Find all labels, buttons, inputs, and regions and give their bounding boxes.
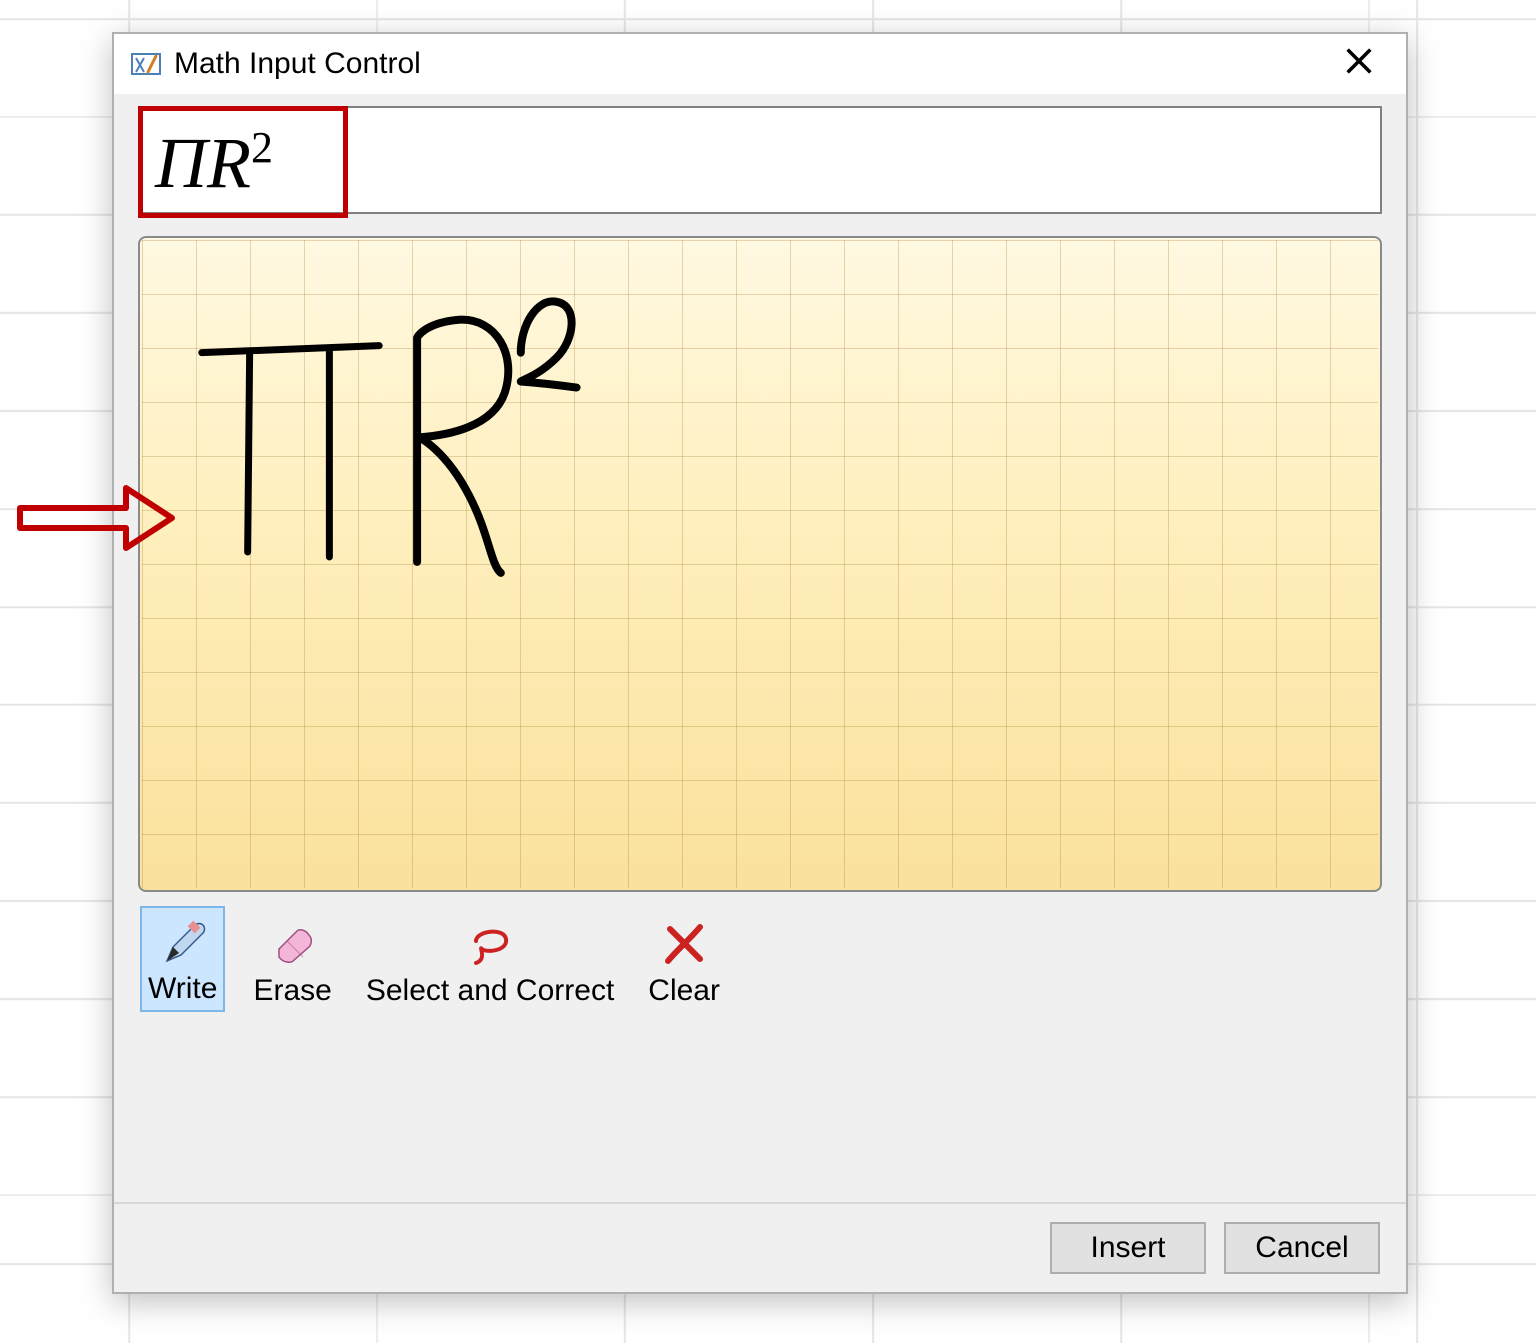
clear-tool[interactable]: Clear bbox=[642, 910, 726, 1012]
preview-highlight-annotation: ΠR2 bbox=[138, 106, 348, 218]
annotation-arrow-icon bbox=[16, 478, 176, 558]
clear-label: Clear bbox=[648, 974, 720, 1008]
eraser-icon bbox=[266, 916, 320, 970]
write-label: Write bbox=[148, 972, 217, 1006]
insert-label: Insert bbox=[1090, 1231, 1165, 1265]
erase-label: Erase bbox=[253, 974, 331, 1008]
formula-base: ΠR bbox=[155, 123, 251, 203]
recognized-formula: ΠR2 bbox=[155, 126, 273, 199]
dialog-content: ΠR2 bbox=[114, 94, 1406, 1012]
write-tool[interactable]: Write bbox=[140, 906, 225, 1012]
math-input-dialog: Math Input Control ΠR2 bbox=[112, 32, 1408, 1294]
dialog-title: Math Input Control bbox=[174, 47, 1332, 81]
dialog-footer: Insert Cancel bbox=[114, 1202, 1406, 1292]
lasso-icon bbox=[463, 916, 517, 970]
titlebar[interactable]: Math Input Control bbox=[114, 34, 1406, 94]
close-button[interactable] bbox=[1332, 40, 1386, 89]
toolbar: Write Erase Select and Correct bbox=[138, 906, 1382, 1012]
handwriting-canvas[interactable] bbox=[138, 236, 1382, 892]
select-correct-label: Select and Correct bbox=[366, 974, 614, 1008]
pen-icon bbox=[156, 914, 210, 968]
close-icon bbox=[1342, 44, 1376, 78]
insert-button[interactable]: Insert bbox=[1050, 1222, 1206, 1274]
cancel-label: Cancel bbox=[1255, 1231, 1348, 1265]
cancel-button[interactable]: Cancel bbox=[1224, 1222, 1380, 1274]
select-correct-tool[interactable]: Select and Correct bbox=[360, 910, 620, 1012]
clear-x-icon bbox=[657, 916, 711, 970]
preview-box: ΠR2 bbox=[138, 106, 1382, 214]
math-input-app-icon bbox=[128, 46, 164, 82]
erase-tool[interactable]: Erase bbox=[247, 910, 337, 1012]
ink-strokes bbox=[140, 238, 1380, 888]
formula-exponent: 2 bbox=[251, 123, 273, 172]
